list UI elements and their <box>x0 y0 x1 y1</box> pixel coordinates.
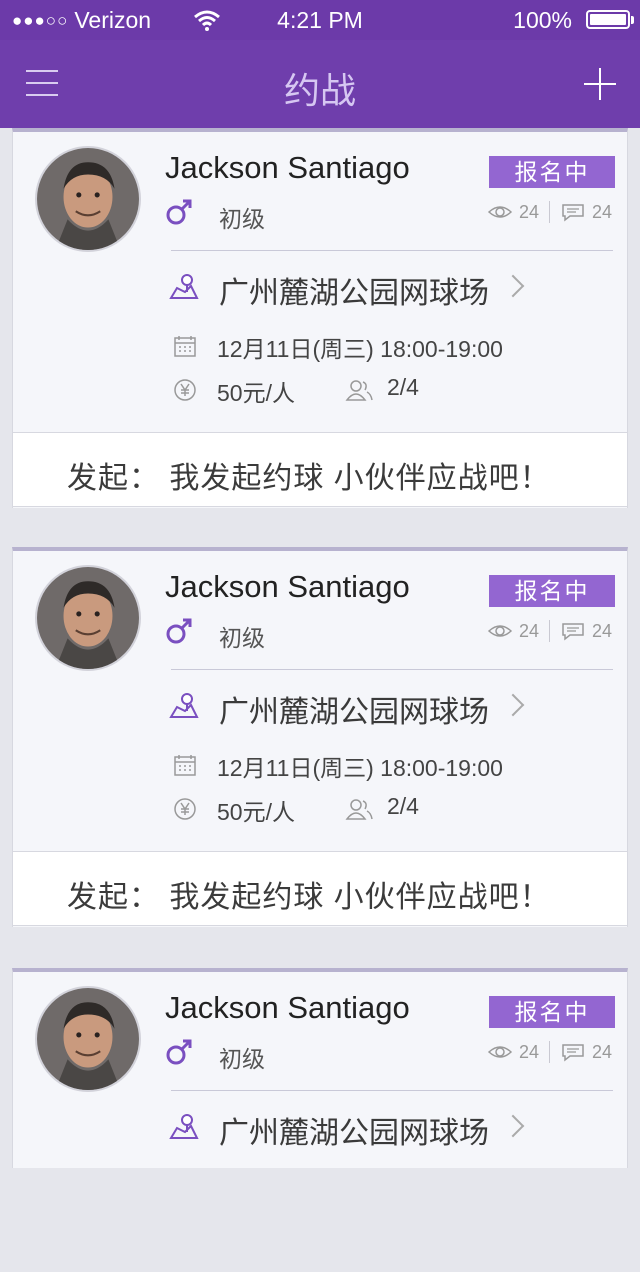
nav-bar: 约战 <box>0 40 640 128</box>
match-card[interactable]: Jackson Santiago 报名中 初级 24 24 <box>12 128 628 508</box>
price: 50元/人 <box>217 799 295 825</box>
comment-count: 24 <box>592 201 613 222</box>
stats: 24 24 <box>487 1040 612 1064</box>
chevron-right-icon[interactable] <box>501 1114 525 1138</box>
male-icon <box>166 199 192 225</box>
divider <box>171 669 613 670</box>
avatar-image <box>37 567 139 669</box>
map-pin-icon <box>169 274 199 299</box>
user-name: Jackson Santiago <box>165 569 410 604</box>
chevron-right-icon[interactable] <box>501 693 525 717</box>
avatar-image <box>37 148 139 250</box>
skill-level: 初级 <box>219 1046 265 1072</box>
comment-icon <box>562 204 584 222</box>
eye-icon <box>487 206 513 218</box>
calendar-icon <box>174 336 196 357</box>
venue-name[interactable]: 广州麓湖公园网球场 <box>219 1108 489 1152</box>
comment-count: 24 <box>592 620 613 641</box>
card-footer: 发起： 我发起约球 小伙伴应战吧！ <box>13 432 627 507</box>
view-count: 24 <box>519 620 540 641</box>
status-badge: 报名中 <box>489 996 615 1028</box>
people-icon <box>345 380 373 401</box>
male-icon <box>166 618 192 644</box>
initiator-note: 发起： 我发起约球 小伙伴应战吧！ <box>67 881 551 914</box>
avatar[interactable] <box>35 146 141 252</box>
divider <box>171 1090 613 1091</box>
eye-icon <box>487 625 513 637</box>
comment-count: 24 <box>592 1041 613 1062</box>
avatar[interactable] <box>35 986 141 1092</box>
male-icon <box>166 1039 192 1065</box>
battery-icon <box>586 10 634 29</box>
map-pin-icon <box>169 693 199 718</box>
add-button[interactable] <box>584 68 616 100</box>
comment-icon <box>562 1044 584 1062</box>
chevron-right-icon[interactable] <box>501 274 525 298</box>
participant-count: 2/4 <box>387 793 419 819</box>
eye-icon <box>487 1046 513 1058</box>
user-name: Jackson Santiago <box>165 990 410 1025</box>
people-icon <box>345 799 373 820</box>
avatar[interactable] <box>35 565 141 671</box>
initiator-note: 发起： 我发起约球 小伙伴应战吧！ <box>67 462 551 495</box>
card-footer: 发起： 我发起约球 小伙伴应战吧！ <box>13 851 627 926</box>
match-card[interactable]: Jackson Santiago 报名中 初级 24 24 <box>12 547 628 927</box>
match-datetime: 12月11日(周三) 18:00-19:00 <box>217 336 503 362</box>
stats: 24 24 <box>487 619 612 643</box>
comment-icon <box>562 623 584 641</box>
user-name: Jackson Santiago <box>165 150 410 185</box>
page-title: 约战 <box>283 70 356 111</box>
status-badge: 报名中 <box>489 156 615 188</box>
avatar-image <box>37 988 139 1090</box>
map-pin-icon <box>169 1114 199 1139</box>
status-badge: 报名中 <box>489 575 615 607</box>
skill-level: 初级 <box>219 206 265 232</box>
view-count: 24 <box>519 201 540 222</box>
participant-count: 2/4 <box>387 374 419 400</box>
view-count: 24 <box>519 1041 540 1062</box>
match-datetime: 12月11日(周三) 18:00-19:00 <box>217 755 503 781</box>
battery-percent: 100% <box>513 7 572 33</box>
venue-name[interactable]: 广州麓湖公园网球场 <box>219 268 489 312</box>
price: 50元/人 <box>217 380 295 406</box>
match-card[interactable]: Jackson Santiago 报名中 初级 24 24 <box>12 968 628 1168</box>
divider <box>171 250 613 251</box>
status-bar: ●●●○○ Verizon 4:21 PM 100% <box>0 0 640 40</box>
skill-level: 初级 <box>219 625 265 651</box>
stats: 24 24 <box>487 200 612 224</box>
yuan-icon <box>174 379 196 401</box>
yuan-icon <box>174 798 196 820</box>
calendar-icon <box>174 755 196 776</box>
venue-name[interactable]: 广州麓湖公园网球场 <box>219 687 489 731</box>
